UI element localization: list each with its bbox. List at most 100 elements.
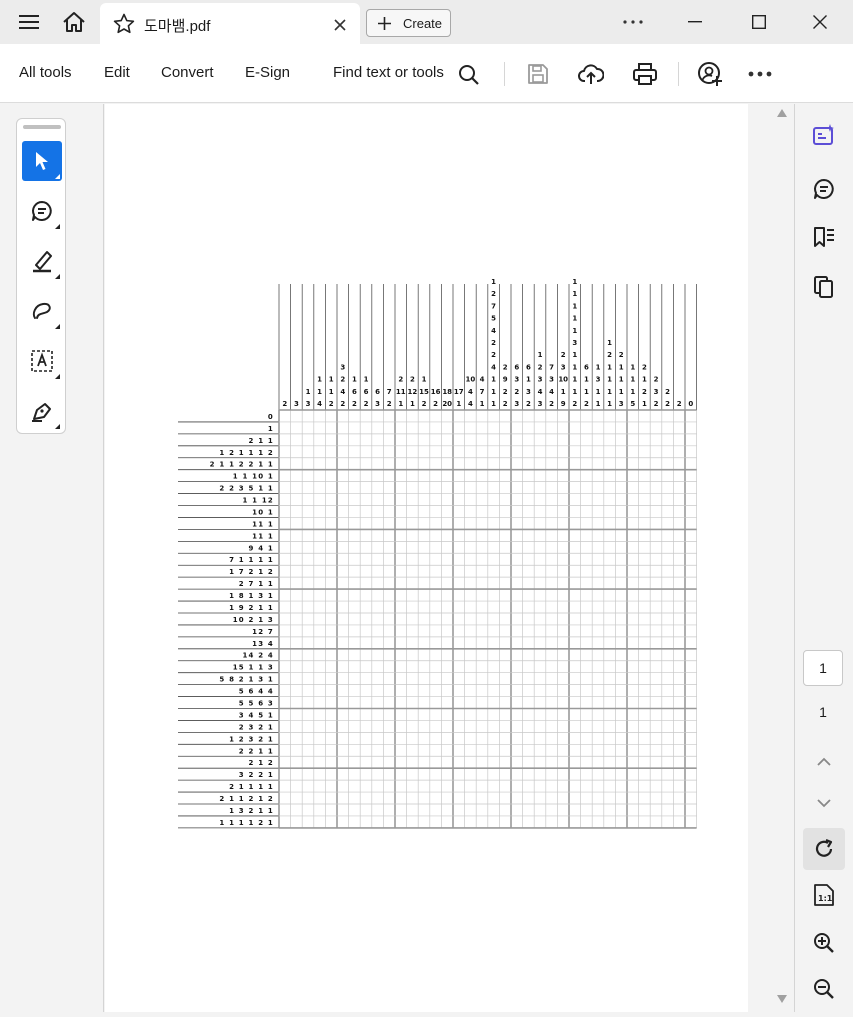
toolbar-divider bbox=[678, 62, 679, 86]
column-clue: 1 bbox=[607, 388, 612, 396]
more-window-icon[interactable] bbox=[618, 12, 648, 32]
column-clue: 3 bbox=[514, 400, 519, 408]
column-clue: 7 bbox=[480, 388, 485, 396]
scroll-up-arrow-icon[interactable] bbox=[776, 108, 788, 118]
column-clue: 18 bbox=[442, 388, 452, 396]
row-clue: 1 1 12 bbox=[242, 497, 274, 505]
row-clue: 1 9 2 1 1 bbox=[229, 604, 274, 612]
column-clue: 20 bbox=[442, 400, 452, 408]
draw-tool[interactable] bbox=[22, 291, 62, 331]
print-icon[interactable] bbox=[630, 59, 660, 89]
current-page-input[interactable]: 1 bbox=[803, 650, 843, 686]
more-options-icon[interactable] bbox=[745, 62, 775, 86]
drag-handle[interactable] bbox=[23, 125, 61, 129]
find-text-or-tools-button[interactable]: Find text or tools bbox=[330, 58, 485, 88]
row-clue: 11 1 bbox=[252, 520, 274, 528]
hamburger-menu-icon[interactable] bbox=[14, 10, 44, 34]
column-clue: 7 bbox=[549, 363, 554, 371]
total-pages: 1 bbox=[819, 704, 827, 720]
menu-e-sign[interactable]: E-Sign bbox=[245, 64, 290, 81]
upload-cloud-icon[interactable] bbox=[576, 59, 606, 89]
row-clue: 2 1 1 bbox=[249, 437, 275, 445]
document-tab[interactable]: 도마뱀.pdf bbox=[100, 3, 360, 44]
menu-all-tools[interactable]: All tools bbox=[19, 64, 72, 81]
vertical-scrollbar[interactable] bbox=[770, 104, 794, 1012]
column-clue: 1 bbox=[526, 376, 531, 384]
pages-thumbnails-icon[interactable] bbox=[809, 272, 839, 302]
comment-tool[interactable] bbox=[22, 191, 62, 231]
column-clue: 2 bbox=[665, 388, 670, 396]
row-clue: 2 2 1 1 bbox=[239, 747, 274, 755]
column-clue: 4 bbox=[468, 400, 473, 408]
row-clue: 1 2 1 1 1 2 bbox=[219, 449, 274, 457]
close-tab-icon[interactable] bbox=[328, 15, 352, 35]
column-clue: 3 bbox=[596, 376, 601, 384]
zoom-out-icon[interactable] bbox=[809, 974, 839, 1004]
row-clue: 0 bbox=[268, 413, 274, 421]
column-clue: 2 bbox=[677, 400, 682, 408]
zoom-in-icon[interactable] bbox=[809, 928, 839, 958]
column-clue: 17 bbox=[454, 388, 464, 396]
right-panel: 1 1 1:1 bbox=[794, 104, 853, 1012]
column-clue: 12 bbox=[408, 388, 418, 396]
select-tool[interactable] bbox=[22, 141, 62, 181]
column-clue: 1 bbox=[306, 388, 311, 396]
column-clue: 9 bbox=[561, 400, 566, 408]
title-bar: 도마뱀.pdf Create bbox=[0, 0, 853, 44]
row-clue: 1 3 2 1 1 bbox=[229, 807, 274, 815]
column-clue: 1 bbox=[596, 400, 601, 408]
create-button[interactable]: Create bbox=[366, 9, 451, 37]
column-clue: 4 bbox=[538, 388, 543, 396]
home-icon[interactable] bbox=[58, 8, 90, 36]
next-page-icon[interactable] bbox=[809, 788, 839, 818]
save-icon[interactable] bbox=[524, 60, 552, 88]
column-clue: 2 bbox=[549, 400, 554, 408]
bookmarks-icon[interactable] bbox=[809, 222, 839, 252]
svg-text:1:1: 1:1 bbox=[818, 894, 833, 903]
column-clue: 3 bbox=[538, 400, 543, 408]
highlight-tool[interactable] bbox=[22, 241, 62, 281]
column-clue: 1 bbox=[491, 278, 496, 286]
ai-assistant-icon[interactable] bbox=[809, 120, 839, 150]
column-clue: 2 bbox=[665, 400, 670, 408]
column-clue: 1 bbox=[630, 376, 635, 384]
column-clue: 5 bbox=[491, 315, 496, 323]
row-clue: 12 7 bbox=[252, 628, 274, 636]
share-user-add-icon[interactable] bbox=[695, 59, 725, 89]
row-clue: 5 5 6 3 bbox=[239, 700, 274, 708]
comments-panel-icon[interactable] bbox=[809, 174, 839, 204]
column-clue: 1 bbox=[491, 376, 496, 384]
minimize-icon[interactable] bbox=[680, 12, 710, 32]
column-clue: 2 bbox=[538, 363, 543, 371]
column-clue: 1 bbox=[410, 400, 415, 408]
column-clue: 15 bbox=[419, 388, 429, 396]
rotate-button[interactable] bbox=[803, 828, 845, 870]
row-clue: 2 1 1 2 1 2 bbox=[219, 795, 274, 803]
text-box-tool[interactable] bbox=[22, 341, 62, 381]
column-clue: 2 bbox=[491, 290, 496, 298]
column-clue: 1 bbox=[572, 376, 577, 384]
star-icon[interactable] bbox=[112, 12, 136, 34]
column-clue: 10 bbox=[466, 376, 476, 384]
column-clue: 9 bbox=[503, 376, 508, 384]
previous-page-icon[interactable] bbox=[809, 746, 839, 776]
maximize-icon[interactable] bbox=[744, 10, 774, 34]
scroll-down-arrow-icon[interactable] bbox=[776, 994, 788, 1004]
menu-convert[interactable]: Convert bbox=[161, 64, 214, 81]
sign-tool[interactable] bbox=[22, 391, 62, 431]
close-window-icon[interactable] bbox=[805, 10, 835, 34]
column-clue: 1 bbox=[572, 363, 577, 371]
column-clue: 16 bbox=[431, 388, 441, 396]
column-clue: 1 bbox=[329, 388, 334, 396]
column-clue: 3 bbox=[654, 388, 659, 396]
column-clue: 4 bbox=[549, 388, 554, 396]
column-clue: 1 bbox=[630, 388, 635, 396]
column-clue: 4 bbox=[317, 400, 322, 408]
column-clue: 10 bbox=[558, 376, 568, 384]
column-clue: 1 bbox=[596, 388, 601, 396]
row-clue: 10 1 bbox=[252, 508, 274, 516]
actual-size-icon[interactable]: 1:1 bbox=[809, 880, 839, 910]
column-clue: 6 bbox=[584, 363, 589, 371]
column-clue: 1 bbox=[572, 315, 577, 323]
menu-edit[interactable]: Edit bbox=[104, 64, 130, 81]
